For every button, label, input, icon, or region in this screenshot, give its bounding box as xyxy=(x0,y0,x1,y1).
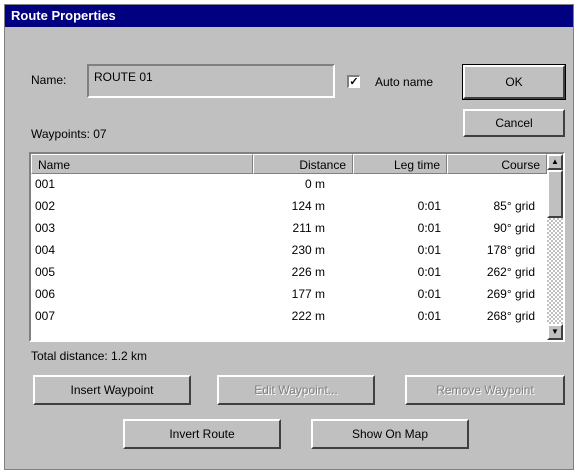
column-header-name[interactable]: Name xyxy=(31,154,253,174)
title-bar[interactable]: Route Properties xyxy=(5,5,573,27)
show-on-map-button[interactable]: Show On Map xyxy=(311,419,469,449)
cell-distance: 222 m xyxy=(291,309,325,323)
name-label: Name: xyxy=(31,73,67,87)
cell-name: 004 xyxy=(35,243,56,257)
remove-waypoint-button[interactable]: Remove Waypoint xyxy=(405,375,565,405)
auto-name-checkbox[interactable]: ✓ xyxy=(347,75,360,88)
total-distance: Total distance: 1.2 km xyxy=(31,349,148,363)
cell-course: 90° grid xyxy=(493,221,536,235)
edit-waypoint-button[interactable]: Edit Waypoint... xyxy=(217,375,375,405)
table-row[interactable]: 003 211 m 0:01 90° grid xyxy=(31,220,541,236)
auto-name-label: Auto name xyxy=(375,75,434,89)
scroll-thumb[interactable] xyxy=(547,170,563,218)
vertical-scrollbar[interactable]: ▲ ▼ xyxy=(547,154,563,340)
cell-distance: 211 m xyxy=(292,221,325,235)
table-row[interactable]: 005 226 m 0:01 262° grid xyxy=(31,264,541,280)
cell-course: 262° grid xyxy=(486,265,535,279)
cell-leg-time: 0:01 xyxy=(417,243,441,257)
waypoint-summary: Waypoints: 07 xyxy=(31,127,107,141)
cell-distance: 226 m xyxy=(291,265,325,279)
waypoint-list[interactable]: Name Distance Leg time Course 001 0 m 00… xyxy=(29,152,565,342)
table-row[interactable]: 002 124 m 0:01 85° grid xyxy=(31,198,541,214)
table-row[interactable]: 001 0 m xyxy=(31,176,541,192)
cell-leg-time: 0:01 xyxy=(417,199,441,213)
table-row[interactable]: 007 222 m 0:01 268° grid xyxy=(31,308,541,324)
cell-name: 006 xyxy=(35,287,56,301)
scroll-down-arrow-icon[interactable]: ▼ xyxy=(547,324,563,340)
cell-distance: 0 m xyxy=(304,177,325,191)
cell-distance: 124 m xyxy=(291,199,325,213)
cell-course: 178° grid xyxy=(486,243,535,257)
cell-name: 005 xyxy=(35,265,56,279)
invert-route-button[interactable]: Invert Route xyxy=(123,419,281,449)
cell-course: 268° grid xyxy=(486,309,535,323)
cell-leg-time: 0:01 xyxy=(417,309,441,323)
cell-distance: 230 m xyxy=(291,243,325,257)
column-header-distance[interactable]: Distance xyxy=(253,154,353,174)
route-properties-dialog: Route Properties Name: ROUTE 01 ✓ Auto n… xyxy=(4,4,574,470)
cell-course: 269° grid xyxy=(486,287,535,301)
cell-course: 85° grid xyxy=(493,199,536,213)
insert-waypoint-button[interactable]: Insert Waypoint xyxy=(33,375,191,405)
scroll-up-arrow-icon[interactable]: ▲ xyxy=(547,154,563,170)
cell-name: 007 xyxy=(35,309,56,323)
cell-distance: 177 m xyxy=(291,287,325,301)
cell-name: 001 xyxy=(35,177,56,191)
cell-name: 003 xyxy=(35,221,56,235)
cancel-button[interactable]: Cancel xyxy=(463,109,565,137)
cell-leg-time: 0:01 xyxy=(417,287,441,301)
table-row[interactable]: 004 230 m 0:01 178° grid xyxy=(31,242,541,258)
cell-leg-time: 0:01 xyxy=(417,265,441,279)
table-row[interactable]: 006 177 m 0:01 269° grid xyxy=(31,286,541,302)
cell-name: 002 xyxy=(35,199,56,213)
window-title: Route Properties xyxy=(11,8,116,23)
name-input[interactable]: ROUTE 01 xyxy=(87,64,335,98)
column-header-leg-time[interactable]: Leg time xyxy=(353,154,447,174)
column-header-course[interactable]: Course xyxy=(447,154,547,174)
ok-button[interactable]: OK xyxy=(462,64,566,100)
cell-leg-time: 0:01 xyxy=(417,221,441,235)
